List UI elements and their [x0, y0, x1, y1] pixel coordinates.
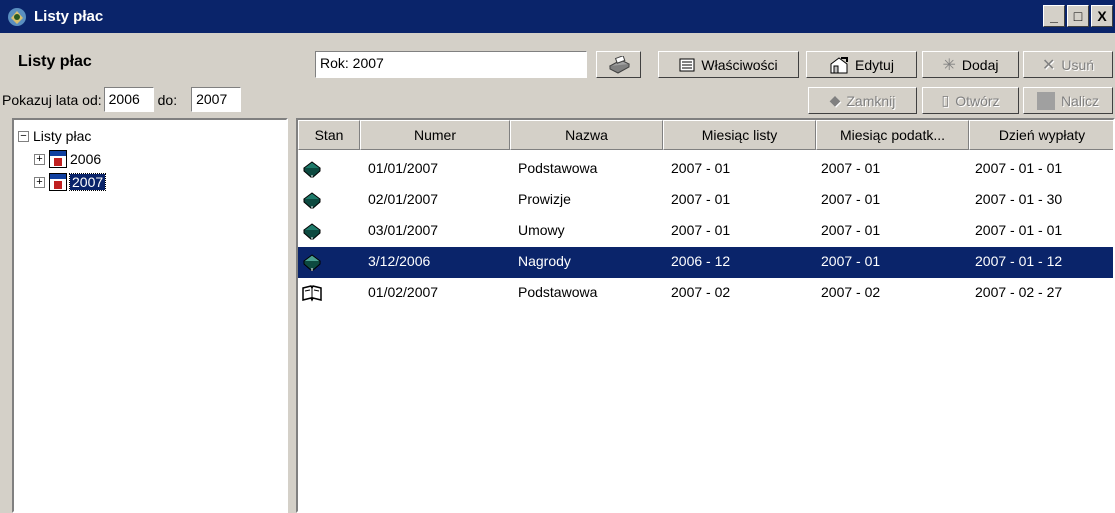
properties-label: Właściwości [701, 56, 778, 73]
panel-heading: Listy płac [18, 53, 92, 70]
tree-root[interactable]: − Listy płac [18, 128, 91, 144]
closed-book-icon [302, 253, 322, 272]
expand-icon[interactable]: + [34, 153, 45, 165]
cell-miesiac-listy: 2006 - 12 [671, 253, 731, 269]
print-button[interactable] [596, 51, 641, 78]
column-header-numer[interactable]: Numer [360, 120, 510, 150]
years-filter: Pokazuj lata od: 2006 do: 2007 [2, 87, 242, 112]
close-book-icon: ◆ [829, 92, 841, 108]
cell-dzien-wyplaty: 2007 - 01 - 30 [975, 191, 1063, 207]
cell-dzien-wyplaty: 2007 - 01 - 12 [975, 253, 1063, 269]
tree-item-2006[interactable]: + 2006 [34, 150, 101, 168]
close-list-button[interactable]: ◆ Zamknij [808, 87, 917, 114]
close-icon: X [1097, 8, 1107, 24]
tree-item-2007[interactable]: + 2007 [34, 173, 107, 191]
open-book-toolbar-icon: ▯ [941, 92, 950, 108]
add-label: Dodaj [961, 56, 999, 73]
printer-icon [607, 54, 631, 74]
calculate-button[interactable]: Nalicz [1023, 87, 1113, 114]
add-icon: ✳ [942, 56, 956, 74]
delete-icon: ✕ [1041, 56, 1056, 74]
open-list-label: Otwórz [955, 92, 1000, 109]
edit-button[interactable]: Edytuj [806, 51, 917, 78]
cell-nazwa: Umowy [518, 222, 565, 238]
cell-miesiac-podatkowy: 2007 - 01 [821, 222, 881, 238]
cell-numer: 02/01/2007 [368, 191, 439, 207]
maximize-button[interactable]: □ [1067, 5, 1089, 27]
calculate-icon [1036, 91, 1055, 110]
years-to-label: do: [157, 91, 178, 108]
column-header-miesiac-listy[interactable]: Miesiąc listy [663, 120, 816, 150]
cell-miesiac-podatkowy: 2007 - 01 [821, 160, 881, 176]
cell-nazwa: Podstawowa [518, 284, 598, 300]
delete-label: Usuń [1061, 56, 1095, 73]
years-tree: − Listy płac + 2006 + 2007 [12, 118, 288, 513]
cell-miesiac-podatkowy: 2007 - 01 [821, 253, 881, 269]
cell-nazwa: Nagrody [518, 253, 571, 269]
cell-nazwa: Podstawowa [518, 160, 598, 176]
column-header-miesiac-podatkowy[interactable]: Miesiąc podatk... [816, 120, 969, 150]
edit-label: Edytuj [855, 56, 894, 73]
cell-numer: 3/12/2006 [368, 253, 431, 269]
properties-icon [679, 58, 695, 72]
tree-item-label: 2006 [70, 151, 102, 167]
cell-numer: 01/02/2007 [368, 284, 439, 300]
open-book-icon [302, 284, 322, 302]
table-row[interactable]: 01/02/2007 Podstawowa 2007 - 02 2007 - 02 20… [298, 278, 1113, 309]
close-button[interactable]: X [1091, 5, 1113, 27]
expand-icon[interactable]: + [34, 176, 45, 188]
tree-root-label: Listy płac [33, 128, 92, 144]
cell-miesiac-listy: 2007 - 02 [671, 284, 731, 300]
cell-numer: 01/01/2007 [368, 160, 439, 176]
cell-numer: 03/01/2007 [368, 222, 439, 238]
cell-dzien-wyplaty: 2007 - 02 - 27 [975, 284, 1063, 300]
closed-book-icon [302, 191, 322, 210]
open-list-button[interactable]: ▯ Otwórz [922, 87, 1019, 114]
add-button[interactable]: ✳ Dodaj [922, 51, 1019, 78]
delete-button[interactable]: ✕ Usuń [1023, 51, 1113, 78]
cell-nazwa: Prowizje [518, 191, 571, 207]
calculate-label: Nalicz [1060, 92, 1100, 109]
cell-miesiac-listy: 2007 - 01 [671, 222, 731, 238]
payroll-list: Stan Numer Nazwa Miesiąc listy Miesiąc p… [296, 118, 1115, 513]
cell-miesiac-podatkowy: 2007 - 02 [821, 284, 881, 300]
column-header-nazwa[interactable]: Nazwa [510, 120, 663, 150]
window-title: Listy płac [34, 8, 104, 25]
table-row[interactable]: 02/01/2007 Prowizje 2007 - 01 2007 - 01 2007… [298, 185, 1113, 216]
closed-book-icon [302, 222, 322, 241]
tree-item-label: 2007 [68, 173, 107, 191]
collapse-icon[interactable]: − [18, 130, 29, 142]
maximize-icon: □ [1073, 8, 1083, 24]
years-from-label: Pokazuj lata od: [2, 91, 102, 108]
year-to-input[interactable]: 2007 [191, 87, 242, 112]
closed-book-icon [302, 160, 322, 179]
close-list-label: Zamknij [846, 92, 896, 109]
column-header-stan[interactable]: Stan [298, 120, 360, 150]
cell-dzien-wyplaty: 2007 - 01 - 01 [975, 222, 1063, 238]
table-row[interactable]: 3/12/2006 Nagrody 2006 - 12 2007 - 01 2007 -… [298, 247, 1113, 278]
calendar-icon [49, 173, 67, 191]
column-header-dzien-wyplaty[interactable]: Dzień wypłaty [969, 120, 1113, 150]
year-display-field: Rok: 2007 [315, 51, 587, 78]
cell-dzien-wyplaty: 2007 - 01 - 01 [975, 160, 1063, 176]
table-row[interactable]: 01/01/2007 Podstawowa 2007 - 01 2007 - 01 20… [298, 154, 1113, 185]
table-row[interactable]: 03/01/2007 Umowy 2007 - 01 2007 - 01 2007 - … [298, 216, 1113, 247]
cell-miesiac-listy: 2007 - 01 [671, 191, 731, 207]
minimize-icon: _ [1050, 8, 1058, 24]
properties-button[interactable]: Właściwości [658, 51, 799, 78]
year-from-input[interactable]: 2006 [103, 87, 154, 112]
cell-miesiac-podatkowy: 2007 - 01 [821, 191, 881, 207]
payroll-app-icon [6, 6, 28, 28]
title-bar: Listy płac _ □ X [0, 0, 1115, 33]
edit-icon [829, 56, 849, 74]
calendar-icon [49, 150, 67, 168]
minimize-button[interactable]: _ [1043, 5, 1065, 27]
cell-miesiac-listy: 2007 - 01 [671, 160, 731, 176]
